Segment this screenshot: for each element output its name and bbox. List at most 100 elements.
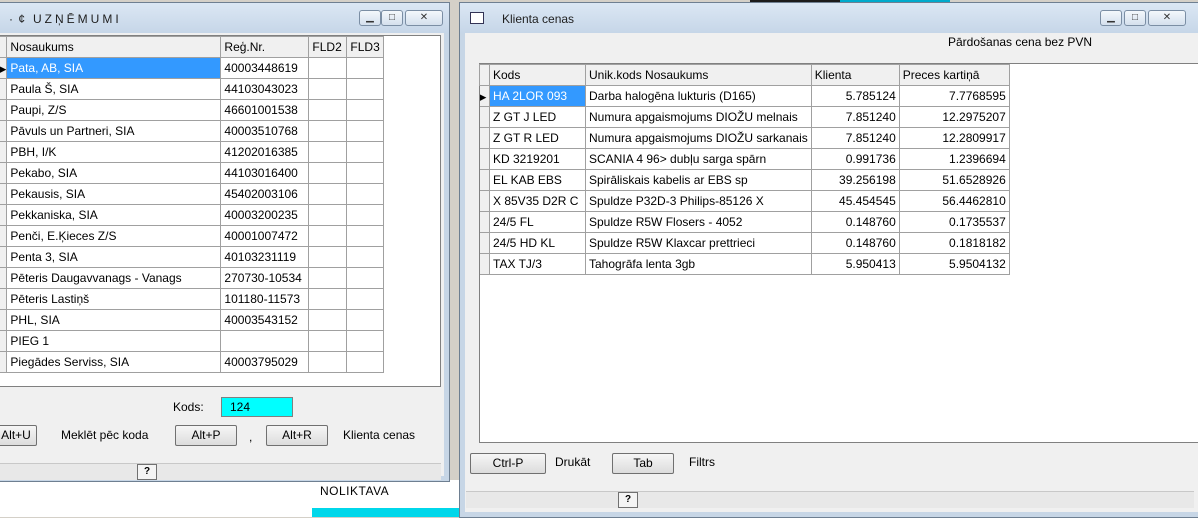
cell-nosaukums[interactable]: Pāvuls un Partneri, SIA (6, 120, 222, 142)
table-row[interactable]: ▶ HA 2LOR 093 Darba halogēna lukturis (D16… (479, 85, 1010, 107)
table-row[interactable]: EL KAB EBS Spirāliskais kabelis ar EBS sp… (479, 169, 1010, 191)
table-row[interactable]: Paupi, Z/S 46601001538 (0, 99, 384, 121)
cell-nosaukums[interactable]: PIEG 1 (6, 330, 222, 352)
companies-window-titlebar[interactable]: · ¢ UZŅĒMUMI ▁ □ ✕ (0, 3, 449, 33)
table-row[interactable]: X 85V35 D2R C Spuldze P32D-3 Philips-8512… (479, 190, 1010, 212)
cell-fld2[interactable] (308, 78, 348, 100)
help-button[interactable]: ? (618, 492, 638, 508)
close-button[interactable]: ✕ (1148, 10, 1186, 26)
cell-name[interactable]: Spirāliskais kabelis ar EBS sp (585, 169, 812, 191)
table-row[interactable]: Piegādes Serviss, SIA 40003795029 (0, 351, 384, 373)
cell-regnr[interactable]: 40003795029 (220, 351, 310, 373)
table-row[interactable]: KD 3219201 SCANIA 4 96> dubļu sarga spārn… (479, 148, 1010, 170)
cell-preces[interactable]: 56.4462810 (898, 190, 1010, 212)
cell-klienta[interactable]: 39.256198 (810, 169, 900, 191)
cell-nosaukums[interactable]: Pēteris Lastiņš (6, 288, 222, 310)
cell-fld3[interactable] (346, 141, 384, 163)
cell-regnr[interactable]: 270730-10534 (220, 267, 310, 289)
cell-fld2[interactable] (308, 267, 348, 289)
table-row[interactable]: 24/5 FL Spuldze R5W Flosers - 4052 0.14876… (479, 211, 1010, 233)
table-row[interactable]: Pekkaniska, SIA 40003200235 (0, 204, 384, 226)
cell-nosaukums[interactable]: Paula Š, SIA (6, 78, 222, 100)
cell-fld2[interactable] (308, 204, 348, 226)
cell-regnr[interactable]: 40003543152 (220, 309, 310, 331)
cell-klienta[interactable]: 0.148760 (810, 211, 900, 233)
table-row[interactable]: PIEG 1 (0, 330, 384, 352)
cell-fld3[interactable] (346, 309, 384, 331)
cell-fld3[interactable] (346, 183, 384, 205)
cell-name[interactable]: SCANIA 4 96> dubļu sarga spārn (585, 148, 812, 170)
cell-fld2[interactable] (308, 246, 348, 268)
cell-fld3[interactable] (346, 246, 384, 268)
cell-kods[interactable]: Z GT J LED (489, 106, 586, 128)
cell-nosaukums[interactable]: Paupi, Z/S (6, 99, 222, 121)
cell-fld3[interactable] (346, 267, 384, 289)
cell-nosaukums[interactable]: Pēteris Daugavvanags - Vanags (6, 267, 222, 289)
cell-regnr[interactable]: 44103016400 (220, 162, 310, 184)
cell-fld2[interactable] (308, 120, 348, 142)
cell-nosaukums[interactable]: Penta 3, SIA (6, 246, 222, 268)
cell-regnr[interactable]: 45402003106 (220, 183, 310, 205)
column-header-name[interactable]: Unik.kods Nosaukums (585, 64, 812, 86)
cell-fld2[interactable] (308, 309, 348, 331)
cell-klienta[interactable]: 45.454545 (810, 190, 900, 212)
table-row[interactable]: TAX TJ/3 Tahogrāfa lenta 3gb 5.950413 5.950… (479, 253, 1010, 275)
cell-kods[interactable]: 24/5 FL (489, 211, 586, 233)
cell-kods[interactable]: 24/5 HD KL (489, 232, 586, 254)
table-row[interactable]: PBH, I/K 41202016385 (0, 141, 384, 163)
cell-fld3[interactable] (346, 351, 384, 373)
help-button[interactable]: ? (137, 464, 157, 480)
table-row[interactable]: Penči, E.Ķieces Z/S 40001007472 (0, 225, 384, 247)
alt-r-button[interactable]: Alt+R (266, 425, 328, 446)
companies-grid[interactable]: Nosaukums Reģ.Nr. FLD2 FLD3 ▶ Pata, AB, S… (0, 35, 441, 387)
kods-input[interactable]: 124 (221, 397, 293, 417)
table-row[interactable]: Pēteris Lastiņš 101180-11573 (0, 288, 384, 310)
cell-name[interactable]: Numura apgaismojums DIOŽU melnais (585, 106, 812, 128)
column-header-fld3[interactable]: FLD3 (346, 36, 384, 58)
maximize-button[interactable]: □ (381, 10, 403, 26)
table-row[interactable]: Pekabo, SIA 44103016400 (0, 162, 384, 184)
cell-fld3[interactable] (346, 120, 384, 142)
cell-name[interactable]: Spuldze R5W Klaxcar prettrieci (585, 232, 812, 254)
cell-regnr[interactable]: 40003200235 (220, 204, 310, 226)
column-header-preces[interactable]: Preces kartiņā (898, 64, 1010, 86)
cell-fld2[interactable] (308, 183, 348, 205)
table-row[interactable]: Z GT J LED Numura apgaismojums DIOŽU meln… (479, 106, 1010, 128)
column-header-kods[interactable]: Kods (489, 64, 586, 86)
cell-preces[interactable]: 12.2975207 (898, 106, 1010, 128)
cell-fld3[interactable] (346, 162, 384, 184)
cell-fld3[interactable] (346, 225, 384, 247)
cell-klienta[interactable]: 5.950413 (810, 253, 900, 275)
cell-fld2[interactable] (308, 351, 348, 373)
cell-preces[interactable]: 0.1818182 (898, 232, 1010, 254)
column-header-regnr[interactable]: Reģ.Nr. (220, 36, 310, 58)
cell-nosaukums[interactable]: PHL, SIA (6, 309, 222, 331)
cell-preces[interactable]: 51.6528926 (898, 169, 1010, 191)
cell-nosaukums[interactable]: Piegādes Serviss, SIA (6, 351, 222, 373)
table-row[interactable]: Pēteris Daugavvanags - Vanags 270730-1053… (0, 267, 384, 289)
client-prices-grid[interactable]: Kods Unik.kods Nosaukums Klienta Preces … (479, 63, 1198, 443)
table-row[interactable]: 24/5 HD KL Spuldze R5W Klaxcar prettrieci… (479, 232, 1010, 254)
cell-klienta[interactable]: 0.991736 (810, 148, 900, 170)
cell-fld3[interactable] (346, 99, 384, 121)
cell-nosaukums[interactable]: PBH, I/K (6, 141, 222, 163)
cell-nosaukums[interactable]: Pekkaniska, SIA (6, 204, 222, 226)
cell-regnr[interactable]: 46601001538 (220, 99, 310, 121)
cell-kods[interactable]: HA 2LOR 093 (489, 85, 586, 107)
cell-fld3[interactable] (346, 78, 384, 100)
cell-preces[interactable]: 1.2396694 (898, 148, 1010, 170)
table-row[interactable]: Penta 3, SIA 40103231119 (0, 246, 384, 268)
cell-regnr[interactable]: 40003448619 (220, 57, 310, 79)
column-header-nosaukums[interactable]: Nosaukums (6, 36, 222, 58)
cell-klienta[interactable]: 5.785124 (810, 85, 900, 107)
cell-fld2[interactable] (308, 330, 348, 352)
column-header-klienta[interactable]: Klienta (810, 64, 900, 86)
table-row[interactable]: ▶ Pata, AB, SIA 40003448619 (0, 57, 384, 79)
close-button[interactable]: ✕ (405, 10, 443, 26)
alt-p-button[interactable]: Alt+P (175, 425, 237, 446)
cell-preces[interactable]: 5.9504132 (898, 253, 1010, 275)
cell-name[interactable]: Spuldze R5W Flosers - 4052 (585, 211, 812, 233)
cell-kods[interactable]: KD 3219201 (489, 148, 586, 170)
minimize-button[interactable]: ▁ (359, 10, 381, 26)
table-row[interactable]: PHL, SIA 40003543152 (0, 309, 384, 331)
